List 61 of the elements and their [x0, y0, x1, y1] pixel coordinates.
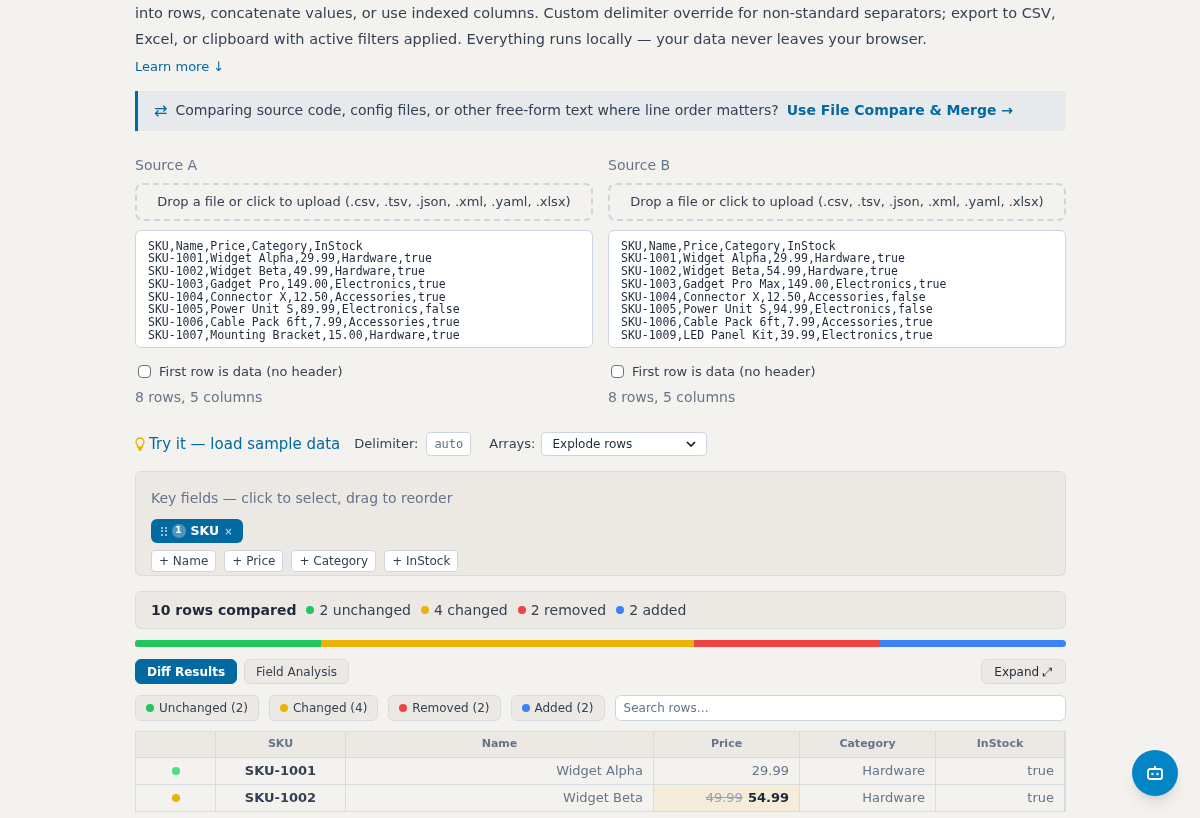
- filter-chip[interactable]: Removed (2): [388, 695, 501, 721]
- key-field-name: SKU: [190, 521, 220, 540]
- add-field-button[interactable]: + Category: [291, 550, 377, 572]
- lightbulb-icon: [135, 437, 145, 451]
- row-count-text: 8 rows, 5 columns: [608, 388, 737, 407]
- robot-icon: [1146, 765, 1164, 781]
- order-badge: 1: [171, 524, 186, 538]
- column-header[interactable]: Price: [654, 732, 800, 757]
- source-label: Source B: [608, 155, 672, 175]
- key-field-chip[interactable]: 1 SKU ×: [151, 519, 243, 543]
- search-field[interactable]: Search rows…: [614, 695, 1066, 721]
- view-tab[interactable]: Diff Results: [135, 659, 238, 684]
- count-text: 2 unchanged: [319, 600, 411, 620]
- file-compare-link[interactable]: Use File Compare & Merge →: [786, 100, 1014, 121]
- swap-icon: ⇄: [154, 98, 168, 123]
- remove-key-button[interactable]: ×: [224, 523, 233, 539]
- key-fields-title: Key fields — click to select, drag to reorder: [151, 489, 454, 508]
- table-cell: Hardware: [800, 758, 936, 784]
- column-header[interactable]: SKU: [216, 732, 346, 757]
- data-textarea[interactable]: SKU,Name,Price,Category,InStock SKU-1001,Widget Alpha,29.99,Hardware,true SKU-1002,Widget Beta,54.99,Hardware,true SKU-1003,Gadget Pro Max,149.00,Electronics,true SKU-1004,Connector X,12.50,Accessories,false SKU-1005,Power Unit S,94.99,Electronics,false SKU-1006,Cable Pack 6ft,7.99,Accessories,true SKU-1009,LED Panel Kit,39.99,Electronics,true: [608, 229, 1066, 348]
- table-cell: 49.99 54.99: [654, 785, 800, 811]
- delimiter-label: Delimiter:: [354, 435, 419, 454]
- filter-chip[interactable]: Changed (4): [269, 695, 379, 721]
- source-label: Source A: [135, 155, 199, 175]
- no-header-checkbox[interactable]: First row is data (no header): [611, 361, 816, 381]
- row-count-text: 8 rows, 5 columns: [135, 388, 264, 407]
- add-field-button[interactable]: + Price: [224, 550, 284, 572]
- count-text: 2 removed: [530, 600, 607, 620]
- table-cell: Widget Alpha: [346, 758, 654, 784]
- total-rows-text: 10 rows compared: [151, 600, 297, 620]
- count-text: 4 changed: [433, 600, 508, 620]
- table-cell: true: [936, 785, 1065, 811]
- chat-bot-button[interactable]: [1132, 750, 1178, 796]
- table-cell: true: [936, 758, 1065, 784]
- data-textarea[interactable]: SKU,Name,Price,Category,InStock SKU-1001,Widget Alpha,29.99,Hardware,true SKU-1002,Widget Beta,49.99,Hardware,true SKU-1003,Gadget Pro,149.00,Electronics,true SKU-1004,Connector X,12.50,Accessories,true SKU-1005,Power Unit S,89.99,Electronics,false SKU-1006,Cable Pack 6ft,7.99,Accessories,true SKU-1007,Mounting Bracket,15.00,Hardware,true: [135, 229, 593, 348]
- intro-text: Excel, or clipboard with active filters applied. Everything runs locally — your data never leaves your browser.: [135, 30, 928, 49]
- chevron-icon: [686, 441, 697, 447]
- table-cell: 29.99: [654, 758, 800, 784]
- intro-text: into rows, concatenate values, or use indexed columns. Custom delimiter override for non-standard separators; export to CSV,: [135, 4, 1057, 23]
- upload-dropzone[interactable]: Drop a file or click to upload (.csv, .tsv, .json, .xml, .yaml, .xlsx): [608, 182, 1066, 221]
- column-header[interactable]: Category: [800, 732, 936, 757]
- count-text: 2 added: [629, 600, 687, 620]
- filter-chip[interactable]: Added (2): [510, 695, 605, 721]
- view-tab[interactable]: Field Analysis: [244, 659, 349, 684]
- sample-data-link[interactable]: Try it — load sample data: [135, 432, 341, 456]
- column-header[interactable]: InStock: [936, 732, 1065, 757]
- arrays-select[interactable]: Explode rows: [541, 432, 708, 456]
- filter-chip[interactable]: Unchanged (2): [135, 695, 259, 721]
- table-cell: SKU-1002: [216, 785, 346, 811]
- add-field-button[interactable]: + Name: [151, 550, 217, 572]
- delimiter-field[interactable]: auto: [426, 432, 472, 456]
- arrays-label: Arrays:: [489, 435, 536, 454]
- upload-dropzone[interactable]: Drop a file or click to upload (.csv, .tsv, .json, .xml, .yaml, .xlsx): [135, 182, 593, 221]
- learn-more-link[interactable]: Learn more ↓: [135, 57, 225, 77]
- table-cell: Hardware: [800, 785, 936, 811]
- no-header-checkbox[interactable]: First row is data (no header): [138, 361, 343, 381]
- expand-button[interactable]: Expand ⤢: [981, 659, 1066, 684]
- column-header[interactable]: Name: [346, 732, 654, 757]
- table-cell: SKU-1001: [216, 758, 346, 784]
- add-field-button[interactable]: + InStock: [384, 550, 459, 572]
- banner-text: Comparing source code, config files, or other free-form text where line order matters?: [175, 101, 779, 120]
